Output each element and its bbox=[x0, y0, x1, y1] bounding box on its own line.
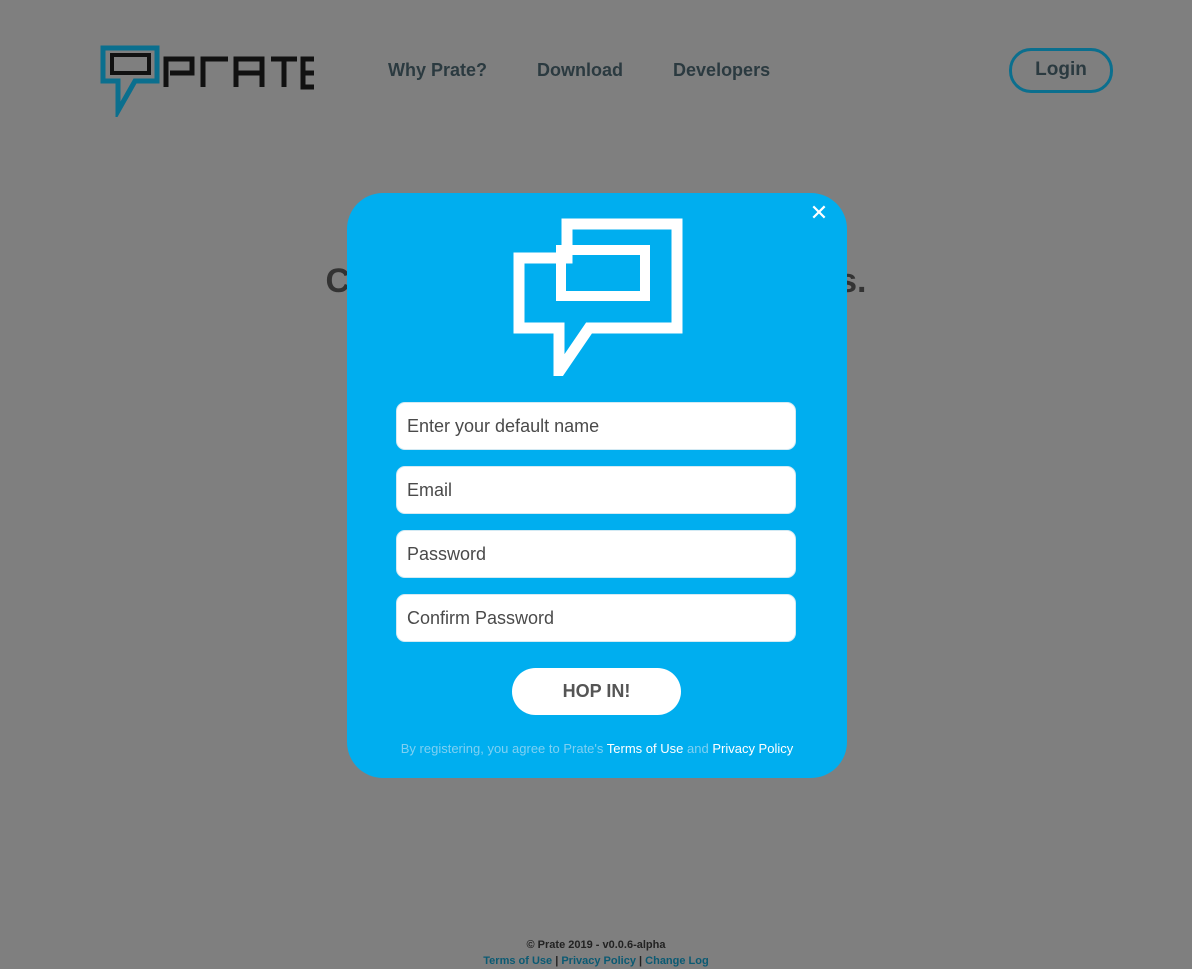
close-icon[interactable]: ✕ bbox=[807, 201, 831, 225]
main-nav: Why Prate? Download Developers bbox=[388, 58, 820, 82]
confirm-password-input[interactable] bbox=[396, 594, 796, 642]
default-name-input[interactable] bbox=[396, 402, 796, 450]
prate-logo[interactable] bbox=[100, 45, 318, 117]
footer-separator: | bbox=[639, 955, 643, 967]
agree-and: and bbox=[687, 741, 709, 756]
footer-changelog-link[interactable]: Change Log bbox=[645, 955, 709, 967]
privacy-policy-link[interactable]: Privacy Policy bbox=[712, 741, 793, 756]
agree-prefix: By registering, you agree to Prate's bbox=[400, 741, 604, 756]
footer-links: Terms of Use | Privacy Policy | Change L… bbox=[0, 953, 1192, 969]
footer-privacy-link[interactable]: Privacy Policy bbox=[561, 955, 636, 967]
hop-in-button[interactable]: HOP IN! bbox=[512, 668, 681, 715]
agreement-text: By registering, you agree to Prate's Ter… bbox=[347, 741, 847, 756]
nav-why-prate[interactable]: Why Prate? bbox=[388, 58, 487, 82]
footer-terms-link[interactable]: Terms of Use bbox=[483, 955, 552, 967]
site-footer: © Prate 2019 - v0.0.6-alpha Terms of Use… bbox=[0, 937, 1192, 969]
site-header: Why Prate? Download Developers Login bbox=[0, 0, 1192, 140]
nav-developers[interactable]: Developers bbox=[673, 58, 770, 82]
password-input[interactable] bbox=[396, 530, 796, 578]
login-button[interactable]: Login bbox=[1009, 48, 1113, 93]
copyright-text: © Prate 2019 - v0.0.6-alpha bbox=[526, 939, 666, 951]
register-modal: ✕ HOP IN! By registering, you agree to P… bbox=[347, 193, 847, 778]
email-input[interactable] bbox=[396, 466, 796, 514]
chat-bubble-logo-icon bbox=[513, 218, 683, 376]
footer-separator: | bbox=[555, 955, 559, 967]
terms-of-use-link[interactable]: Terms of Use bbox=[607, 741, 684, 756]
nav-download[interactable]: Download bbox=[537, 58, 623, 82]
